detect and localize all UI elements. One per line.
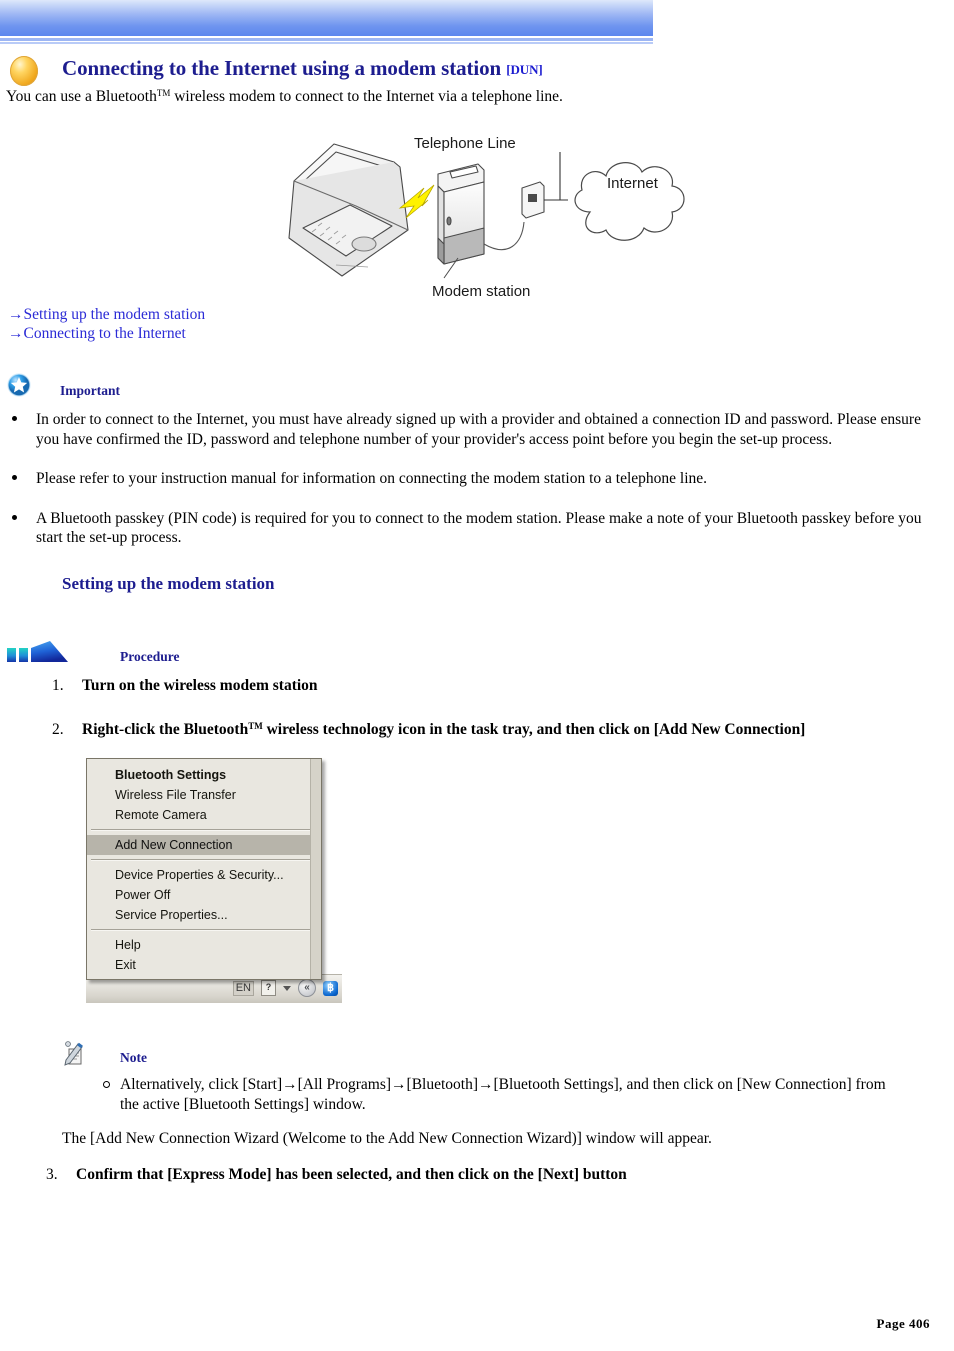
note-bullet-text: Alternatively, click [Start]→[All Progra… <box>120 1076 886 1113</box>
list-item: Please refer to your instruction manual … <box>0 469 936 489</box>
procedure-step-2: 2. Right-click the BluetoothTM wireless t… <box>52 721 805 739</box>
title-row: Connecting to the Internet using a modem… <box>0 56 954 88</box>
menu-item-power-off[interactable]: Power Off <box>87 885 321 905</box>
bluetooth-tray-context-menu: Bluetooth Settings Wireless File Transfe… <box>86 758 322 980</box>
page-title-text: Connecting to the Internet using a modem… <box>62 56 507 80</box>
step-text-post: wireless technology icon in the task tra… <box>262 721 806 738</box>
note-follow-up-text: The [Add New Connection Wizard (Welcome … <box>62 1130 712 1147</box>
list-item: A Bluetooth passkey (PIN code) is requir… <box>0 509 936 548</box>
diagram-label-modem-station: Modem station <box>432 283 530 298</box>
language-indicator[interactable]: EN <box>232 980 254 996</box>
procedure-header: Procedure <box>0 640 500 670</box>
blue-star-icon <box>6 372 32 398</box>
menu-item-remote-camera[interactable]: Remote Camera <box>87 805 321 825</box>
step-number: 1. <box>52 677 64 694</box>
menu-side-column <box>310 759 321 979</box>
link-setting-up-modem-station[interactable]: Setting up the modem station <box>24 306 206 323</box>
arrow-right-icon: → <box>8 306 24 323</box>
important-bullet-text: Please refer to your instruction manual … <box>36 470 708 487</box>
important-bullet-list: In order to connect to the Internet, you… <box>0 410 954 568</box>
note-label: Note <box>120 1050 147 1065</box>
menu-item-wireless-file-transfer[interactable]: Wireless File Transfer <box>87 785 321 805</box>
page-header-banner <box>0 0 653 44</box>
show-hidden-icons-icon[interactable]: « <box>298 979 316 997</box>
link-row[interactable]: →Setting up the modem station <box>8 305 205 324</box>
link-connecting-to-internet[interactable]: Connecting to the Internet <box>24 325 186 342</box>
note-bullet: Alternatively, click [Start]→[All Progra… <box>0 1075 900 1115</box>
step-text-pre: Right-click the Bluetooth <box>82 721 249 738</box>
menu-item-service-properties[interactable]: Service Properties... <box>87 905 321 925</box>
arrow-right-icon: → <box>8 325 24 342</box>
procedure-step-1: 1. Turn on the wireless modem station <box>52 677 318 695</box>
orange-sphere-icon <box>10 56 38 86</box>
menu-separator <box>91 929 315 931</box>
context-menu-screenshot: EN ? « ฿ Bluetooth Settings Wireless Fil… <box>86 758 342 1003</box>
page-title-tag: [DUN] <box>506 62 543 77</box>
section-heading: Setting up the modem station <box>62 574 275 593</box>
banner-gradient-band <box>0 0 653 36</box>
step-text: Turn on the wireless modem station <box>82 677 318 694</box>
menu-item-bluetooth-settings[interactable]: Bluetooth Settings <box>87 765 321 785</box>
bullet-dot-icon <box>12 475 17 480</box>
important-bullet-text: A Bluetooth passkey (PIN code) is requir… <box>36 509 922 547</box>
blue-arrow-bars-icon <box>6 640 76 666</box>
procedure-step-3: 3. Confirm that [Express Mode] has been s… <box>46 1166 627 1184</box>
help-icon[interactable]: ? <box>261 980 276 996</box>
list-item: In order to connect to the Internet, you… <box>0 410 936 449</box>
trademark-symbol: TM <box>156 88 171 98</box>
note-header: Note <box>0 1038 400 1068</box>
page-title: Connecting to the Internet using a modem… <box>62 56 543 81</box>
menu-separator <box>91 859 315 861</box>
system-tray: EN ? « ฿ <box>232 979 338 997</box>
important-bullet-text: In order to connect to the Internet, you… <box>36 411 921 448</box>
menu-item-exit[interactable]: Exit <box>87 955 321 975</box>
menu-item-device-properties-security[interactable]: Device Properties & Security... <box>87 865 321 885</box>
important-header: Important <box>0 372 500 402</box>
menu-item-add-new-connection[interactable]: Add New Connection <box>87 835 321 855</box>
step-number: 3. <box>46 1166 58 1183</box>
menu-item-list: Bluetooth Settings Wireless File Transfe… <box>87 759 321 975</box>
step-text: Confirm that [Express Mode] has been sel… <box>76 1166 627 1183</box>
intro-paragraph: You can use a BluetoothTM wireless modem… <box>6 88 563 106</box>
trademark-symbol: TM <box>248 721 263 731</box>
caret-down-icon[interactable] <box>283 985 291 991</box>
important-label: Important <box>60 383 120 398</box>
network-diagram: Telephone Line Internet Modem station <box>272 126 692 298</box>
bluetooth-tray-icon[interactable]: ฿ <box>323 980 338 996</box>
pencil-note-icon <box>60 1038 90 1068</box>
menu-item-help[interactable]: Help <box>87 935 321 955</box>
diagram-label-internet: Internet <box>607 175 659 192</box>
step-number: 2. <box>52 721 64 738</box>
menu-separator <box>91 829 315 831</box>
procedure-label: Procedure <box>120 649 180 664</box>
section-links: →Setting up the modem station →Connectin… <box>8 305 205 343</box>
hollow-bullet-icon <box>103 1081 110 1088</box>
page-footer: Page 406 <box>876 1316 930 1331</box>
bullet-dot-icon <box>12 416 17 421</box>
bullet-dot-icon <box>12 514 17 520</box>
diagram-label-telephone-line: Telephone Line <box>414 135 516 152</box>
banner-stripe <box>0 42 653 44</box>
intro-part2: wireless modem to connect to the Interne… <box>170 88 563 105</box>
link-row[interactable]: →Connecting to the Internet <box>8 324 205 343</box>
intro-part1: You can use a Bluetooth <box>6 88 157 105</box>
